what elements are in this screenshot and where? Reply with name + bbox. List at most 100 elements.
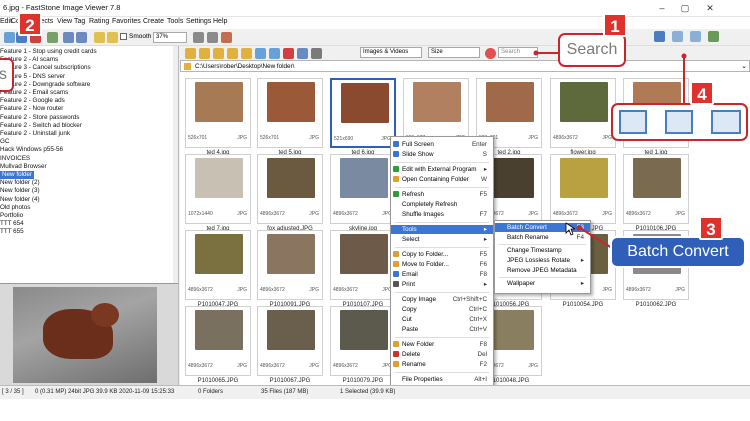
- context-menu-item[interactable]: Cut Ctrl+X: [391, 315, 493, 324]
- refresh-icon[interactable]: [297, 48, 308, 59]
- context-menu-item[interactable]: Paste Ctrl+V: [391, 325, 493, 334]
- preview-view-icon[interactable]: [690, 31, 701, 42]
- select-all-icon[interactable]: [269, 48, 280, 59]
- tree-item[interactable]: GC: [0, 138, 9, 146]
- thumbnail[interactable]: 4896x3672JPG: [550, 78, 616, 148]
- tree-item[interactable]: New folder (4): [0, 196, 40, 204]
- tree-item[interactable]: Feature 2 - Uninstall junk: [0, 130, 70, 138]
- menu-settings[interactable]: Settings: [186, 18, 211, 25]
- thumbnail[interactable]: 4896x3672JPG: [330, 154, 396, 224]
- tools-menu-item[interactable]: Wallpaper ▸: [495, 279, 590, 288]
- thumbnail[interactable]: 4896x3672JPG: [330, 306, 396, 376]
- folder-icon[interactable]: [185, 48, 196, 59]
- filter-select[interactable]: Images & Videos: [360, 47, 422, 58]
- crop-icon[interactable]: [207, 32, 218, 43]
- context-menu-item[interactable]: Edit with External Program ▸: [391, 165, 493, 174]
- context-menu-item[interactable]: Shuffle Images F7: [391, 210, 493, 219]
- tools-menu-item[interactable]: Remove JPEG Metadata: [495, 266, 590, 275]
- thumbnail[interactable]: 1072x1440 JPG: [185, 154, 251, 224]
- menu-favorites[interactable]: Favorites: [112, 18, 141, 25]
- context-menu-item[interactable]: Completely Refresh: [391, 200, 493, 209]
- context-menu-item[interactable]: New Folder F8: [391, 340, 493, 349]
- menu-create[interactable]: Create: [143, 18, 164, 25]
- zoom-out-icon[interactable]: [107, 32, 118, 43]
- context-menu-item[interactable]: Open Containing Folder W: [391, 175, 493, 184]
- menu-help[interactable]: Help: [213, 18, 227, 25]
- tree-item[interactable]: INVOICES: [0, 155, 30, 163]
- context-menu-item[interactable]: Slide Show S: [391, 150, 493, 159]
- copy-folder-icon[interactable]: [227, 48, 238, 59]
- context-menu-item[interactable]: Tools ▸: [391, 225, 493, 234]
- context-menu-item[interactable]: Email F8: [391, 270, 493, 279]
- thumbnail[interactable]: 4896x3672JPG: [550, 154, 616, 224]
- edit-icon[interactable]: [47, 32, 58, 43]
- resize-icon[interactable]: [221, 32, 232, 43]
- open-icon[interactable]: [4, 32, 15, 43]
- thumbnail[interactable]: 4896x3672JPG: [623, 154, 689, 224]
- thumbnail[interactable]: 526x701 JPG: [257, 78, 323, 148]
- tree-item[interactable]: Hack Windows p55-56: [0, 146, 63, 154]
- menu-tools[interactable]: Tools: [167, 18, 183, 25]
- thumbnail[interactable]: 4896x3672JPG: [257, 230, 323, 300]
- tree-item[interactable]: New folder: [0, 171, 35, 179]
- thumbnail[interactable]: 4896x3672JPG: [330, 230, 396, 300]
- tree-item[interactable]: New folder (2): [0, 179, 40, 187]
- zoom-select[interactable]: 37%: [153, 32, 187, 43]
- tree-item[interactable]: Feature 2 - Now router: [0, 105, 63, 113]
- tree-item[interactable]: TTT 654: [0, 220, 24, 228]
- menu-view[interactable]: View: [57, 18, 72, 25]
- menu-rating[interactable]: Rating: [89, 18, 109, 25]
- tree-item[interactable]: Old photos: [0, 204, 30, 212]
- context-menu-item[interactable]: Full Screen Enter: [391, 140, 493, 149]
- tree-scrollbar[interactable]: [173, 46, 178, 283]
- thumbnail[interactable]: 4896x3672JPG: [257, 154, 323, 224]
- move-folder-icon[interactable]: [241, 48, 252, 59]
- context-menu-item[interactable]: Copy to Folder... F5: [391, 250, 493, 259]
- rotate-icon[interactable]: [193, 32, 204, 43]
- tools-menu-item[interactable]: Batch Convert F3: [495, 223, 590, 232]
- thumbnail[interactable]: 4896x3672JPG: [257, 306, 323, 376]
- email-icon[interactable]: [255, 48, 266, 59]
- context-menu-item[interactable]: Delete Del: [391, 350, 493, 359]
- context-menu-item[interactable]: Move to Folder... F6: [391, 260, 493, 269]
- fullscreen-icon[interactable]: [708, 31, 719, 42]
- tree-item[interactable]: Feature 2 - Google ads: [0, 97, 65, 105]
- forward-icon[interactable]: [76, 32, 87, 43]
- context-menu-item[interactable]: Print ▸: [391, 280, 493, 289]
- tree-item[interactable]: New folder (3): [0, 187, 40, 195]
- tree-item[interactable]: TTT 655: [0, 228, 24, 236]
- tree-item[interactable]: Feature 1 - Stop using credit cards: [0, 48, 97, 56]
- context-menu-item[interactable]: Refresh F5: [391, 190, 493, 199]
- thumbnail[interactable]: 526x701 JPG: [185, 78, 251, 148]
- favorites-icon[interactable]: [213, 48, 224, 59]
- tree-item[interactable]: Portfolio: [0, 212, 23, 220]
- context-menu-item[interactable]: Copy Image Ctrl+Shift+C: [391, 295, 493, 304]
- close-icon[interactable]: ✕: [702, 2, 718, 14]
- tools-menu-item[interactable]: Change Timestamp: [495, 246, 590, 255]
- search-input[interactable]: Search: [498, 47, 538, 58]
- thumbnail[interactable]: 4896x3672JPG: [185, 230, 251, 300]
- sort-select[interactable]: Size: [428, 47, 480, 58]
- maximize-icon[interactable]: ▢: [677, 2, 693, 14]
- context-menu-item[interactable]: Copy Ctrl+C: [391, 305, 493, 314]
- tree-item[interactable]: Mullvad Browser: [0, 163, 47, 171]
- tree-item[interactable]: Feature 2 - Switch ad blocker: [0, 122, 82, 130]
- path-bar[interactable]: C:\Users\rober\Desktop\New folder\ ⌄: [180, 60, 750, 72]
- thumbnail[interactable]: 521x690 JPG: [330, 78, 396, 148]
- folder-up-icon[interactable]: [199, 48, 210, 59]
- back-icon[interactable]: [63, 32, 74, 43]
- path-dropdown-icon[interactable]: ⌄: [741, 62, 747, 70]
- zoom-in-icon[interactable]: [94, 32, 105, 43]
- thumbnail-view-icon[interactable]: [654, 31, 665, 42]
- explorer-view-icon[interactable]: [672, 31, 683, 42]
- context-menu-item[interactable]: Rename F2: [391, 360, 493, 369]
- clear-filter-icon[interactable]: [485, 48, 496, 59]
- menu-tag[interactable]: Tag: [74, 18, 85, 25]
- context-menu-item[interactable]: Select ▸: [391, 235, 493, 244]
- context-menu-item[interactable]: File Properties Alt+I: [391, 375, 493, 384]
- thumbnail[interactable]: 4896x3672JPG: [185, 306, 251, 376]
- tree-item[interactable]: Feature 2 - Store passwords: [0, 114, 79, 122]
- smooth-checkbox[interactable]: [120, 33, 127, 40]
- sort-icon[interactable]: [311, 48, 322, 59]
- tools-menu-item[interactable]: Batch Rename F4: [495, 233, 590, 242]
